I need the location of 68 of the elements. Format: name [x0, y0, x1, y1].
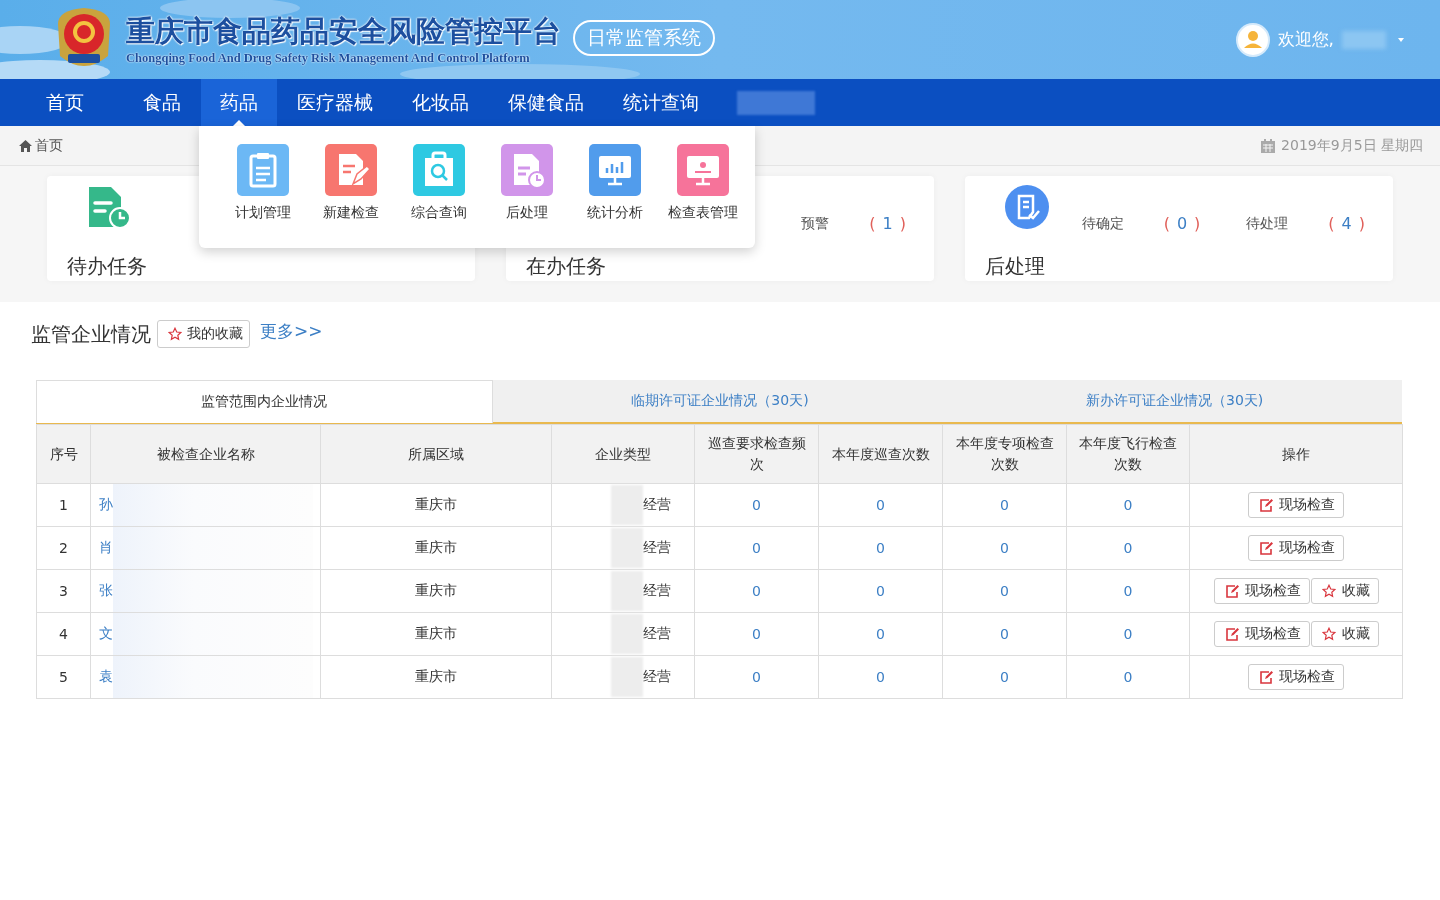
menu-label: 新建检查 [323, 204, 379, 222]
stat-label: 预警 [801, 214, 830, 233]
card-title: 在办任务 [526, 253, 607, 280]
table-cell: 0 [1066, 483, 1190, 527]
column-header: 本年度专项检查次数 [942, 424, 1067, 484]
table-cell: 重庆市 [320, 655, 552, 699]
table-cell: 经营 [643, 539, 671, 557]
table-cell: 0 [942, 569, 1067, 613]
menu-label: 检查表管理 [668, 204, 738, 222]
table-cell: 重庆市 [320, 526, 552, 570]
column-header: 巡查要求检查频次 [694, 424, 819, 484]
table-cell: 0 [942, 483, 1067, 527]
card-title: 后处理 [985, 253, 1046, 280]
stat-label: 待处理 [1246, 214, 1289, 233]
paren: ) [899, 214, 906, 233]
table-cell: 0 [818, 526, 943, 570]
platform-subtitle: Chongqing Food And Drug Safety Risk Management And Control Platform [126, 51, 531, 66]
table-cell: 0 [1066, 612, 1190, 656]
table-cell: 经营 [643, 582, 671, 600]
column-header: 企业类型 [551, 424, 695, 484]
menu-label: 统计分析 [587, 204, 643, 222]
table-cell: 0 [1066, 655, 1190, 699]
stat-label: 待确定 [1081, 214, 1124, 233]
table-cell: 0 [694, 483, 819, 527]
table-cell: 0 [1066, 569, 1190, 613]
table-cell: 0 [818, 655, 943, 699]
menu-label: 计划管理 [235, 204, 291, 222]
table-cell: 重庆市 [320, 569, 552, 613]
table-cell: 0 [694, 569, 819, 613]
table-cell: 0 [818, 483, 943, 527]
paren: ( [869, 214, 876, 233]
table-cell: 0 [818, 569, 943, 613]
table-cell: 3 [36, 569, 91, 613]
column-header: 本年度巡查次数 [818, 424, 943, 484]
column-header: 序号 [36, 424, 91, 484]
table-cell: 0 [942, 655, 1067, 699]
table-cell: 0 [1066, 526, 1190, 570]
column-header: 本年度飞行检查次数 [1066, 424, 1190, 484]
table-cell: 4 [36, 612, 91, 656]
column-header: 所属区域 [320, 424, 552, 484]
date-text: 2019年9月5日 星期四 [1281, 136, 1423, 155]
card-title: 待办任务 [67, 253, 148, 280]
column-header: 操作 [1189, 424, 1403, 484]
platform-title: 重庆市食品药品安全风险管控平台 [126, 13, 561, 49]
table-cell: 0 [694, 612, 819, 656]
table-cell: 0 [818, 612, 943, 656]
table-cell: 经营 [643, 668, 671, 686]
menu-label: 综合查询 [411, 204, 467, 222]
table-cell: 0 [694, 655, 819, 699]
table-cell: 1 [36, 483, 91, 527]
column-header: 被检查企业名称 [90, 424, 321, 484]
paren: ( [1163, 214, 1170, 233]
system-badge: 日常监管系统 [573, 19, 715, 56]
table-cell: 2 [36, 526, 91, 570]
table-cell: 0 [942, 612, 1067, 656]
paren: ) [1194, 214, 1201, 233]
paren: ) [1358, 214, 1365, 233]
table-cell: 重庆市 [320, 612, 552, 656]
table-cell: 经营 [643, 625, 671, 643]
table-cell: 0 [694, 526, 819, 570]
table-cell: 5 [36, 655, 91, 699]
table-cell: 重庆市 [320, 483, 552, 527]
menu-label: 后处理 [506, 204, 548, 222]
table-cell: 经营 [643, 496, 671, 514]
section-title: 监管企业情况 [31, 320, 151, 348]
table-cell: 0 [942, 526, 1067, 570]
welcome-text: 欢迎您, [1277, 28, 1334, 51]
paren: ( [1328, 214, 1335, 233]
